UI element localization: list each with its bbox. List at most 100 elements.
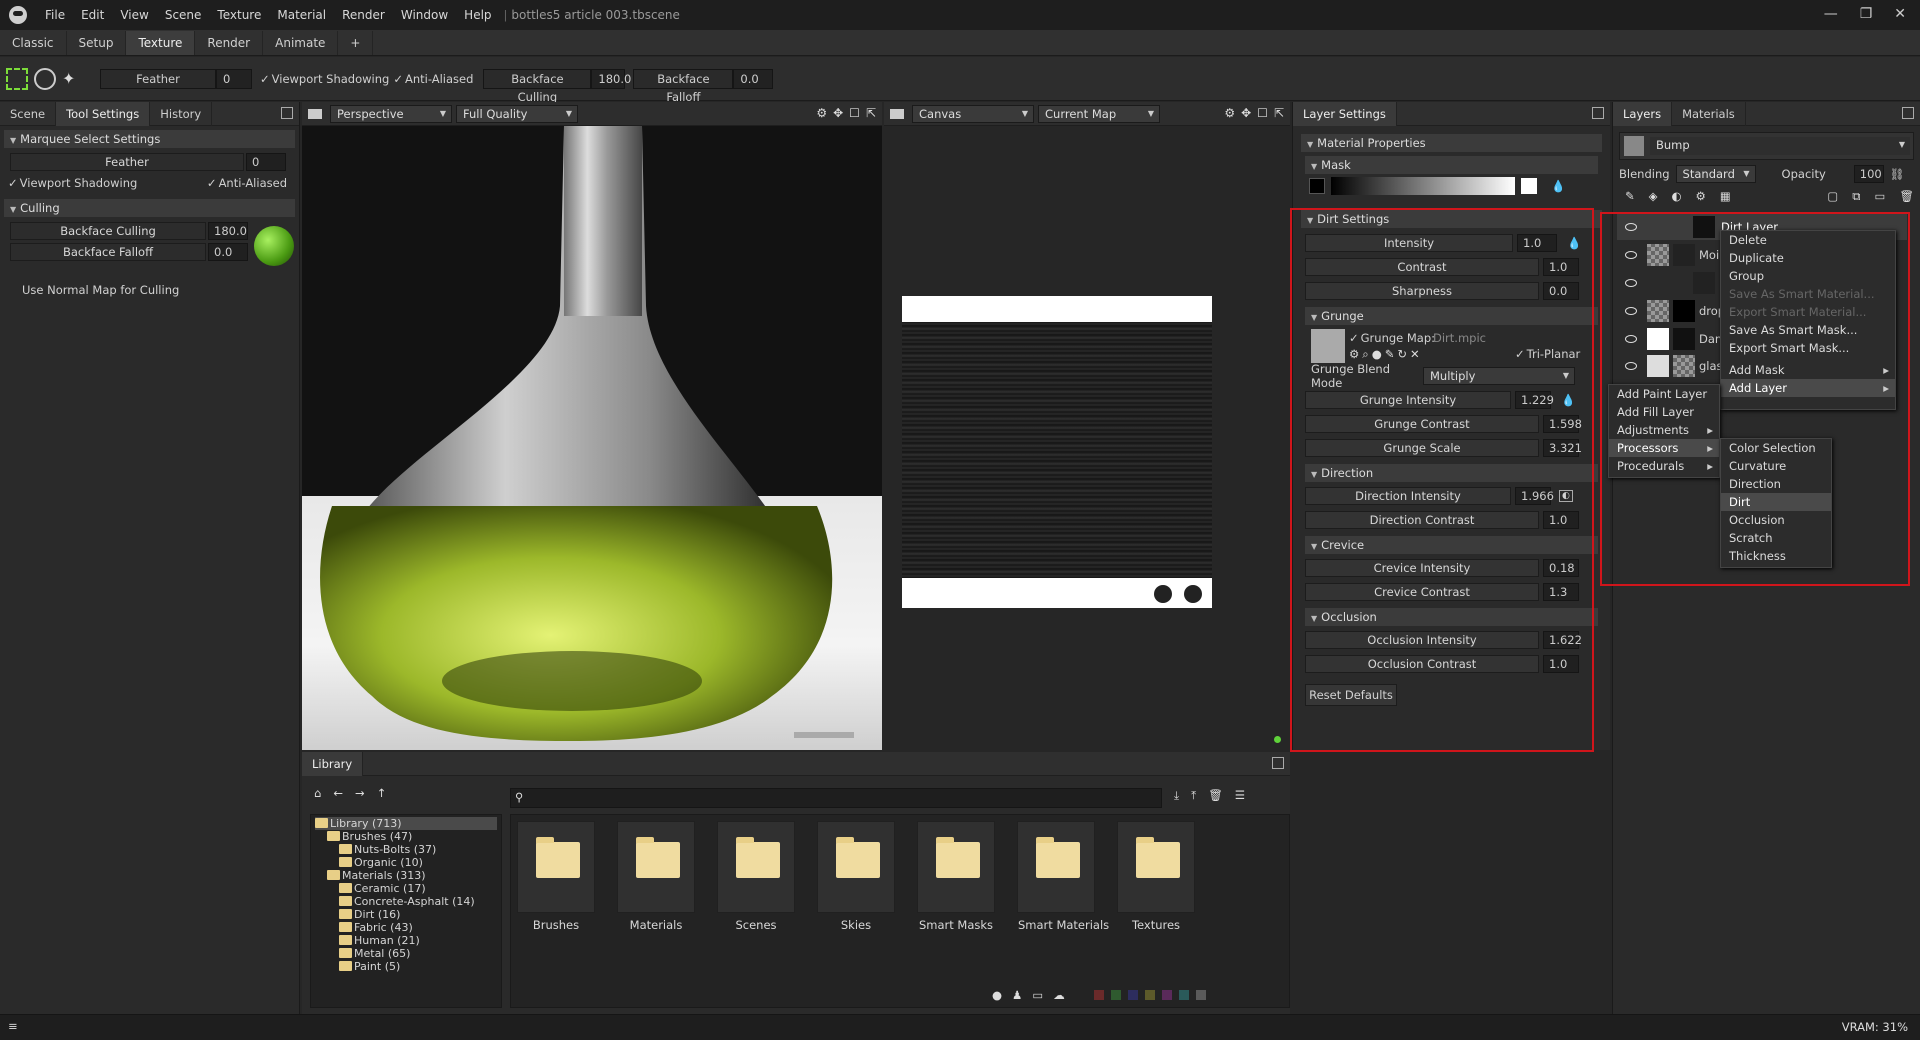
grunge-intensity-value[interactable]: 1.229 [1515,390,1554,409]
procedural-icon[interactable]: ▦ [1720,189,1731,203]
grunge-blend-dropdown[interactable]: Multiply [1423,366,1575,385]
culling-header[interactable]: Culling [4,199,295,217]
menu-texture[interactable]: Texture [209,8,269,22]
menu-help[interactable]: Help [456,8,499,22]
tab-layer-settings[interactable]: Layer Settings [1293,101,1397,126]
monitor-filter-icon[interactable]: ▭ [1032,988,1043,1002]
contrast-value[interactable]: 1.0 [1543,257,1579,276]
direction-intensity-value[interactable]: 1.966 [1515,486,1554,505]
menu-add-fill-layer[interactable]: Add Fill Layer [1609,403,1719,421]
menu-group[interactable]: Group [1721,267,1895,285]
folder-brushes[interactable]: Brushes [517,821,595,932]
export-icon[interactable]: ⤒ [1191,788,1196,803]
tree-item[interactable]: Paint (5) [315,960,497,973]
menu-export-smart-material[interactable]: Export Smart Material... [1721,303,1895,321]
color-filter-swatch[interactable] [1127,990,1138,1000]
minimize-icon[interactable]: — [1824,6,1838,22]
menu-direction[interactable]: Direction [1721,475,1831,493]
marquee-select-icon[interactable] [6,67,28,90]
camera-icon[interactable] [308,108,322,119]
use-normal-map-option[interactable]: Use Normal Map for Culling [4,280,295,300]
tri-planar-check[interactable]: Tri-Planar [1515,347,1581,361]
link-icon[interactable]: ⛓ [1890,167,1905,181]
tab-scene[interactable]: Scene [0,101,57,126]
crevice-contrast-slider[interactable]: Crevice Contrast [1305,582,1539,601]
crevice-intensity-value[interactable]: 0.18 [1543,558,1579,577]
menu-delete[interactable]: Delete [1721,231,1895,249]
tab-tool-settings[interactable]: Tool Settings [56,101,151,126]
menu-processors[interactable]: Processors [1609,439,1719,457]
grunge-map-thumbnail[interactable] [1311,329,1345,363]
contrast-slider[interactable]: Contrast [1305,257,1539,276]
grunge-map-value[interactable]: Dirt.mpic [1433,331,1486,345]
crevice-contrast-value[interactable]: 1.3 [1543,582,1579,601]
crevice-header[interactable]: Crevice [1305,536,1598,554]
tab-animate[interactable]: Animate [263,31,339,55]
folder-icon[interactable]: ▭ [1875,189,1886,203]
menu-add-paint-layer[interactable]: Add Paint Layer [1609,385,1719,403]
menu-scratch[interactable]: Scratch [1721,529,1831,547]
camera-dropdown[interactable]: Perspective [330,104,452,123]
sharpness-value[interactable]: 0.0 [1543,281,1579,300]
folder-materials[interactable]: Materials [617,821,695,932]
view-mode-icon[interactable]: ☰ [1235,788,1245,803]
menu-procedurals[interactable]: Procedurals [1609,457,1719,475]
menu-edit[interactable]: Edit [73,8,112,22]
menu-dirt[interactable]: Dirt [1721,493,1831,511]
color-filter-swatch[interactable] [1144,990,1155,1000]
direction-header[interactable]: Direction [1305,464,1598,482]
mask-white-swatch[interactable] [1521,178,1537,194]
grunge-contrast-slider[interactable]: Grunge Contrast [1305,414,1539,433]
folder-skies[interactable]: Skies [817,821,895,932]
drop-icon[interactable]: 💧 [1567,236,1581,250]
drop-icon[interactable]: 💧 [1561,393,1575,407]
grunge-contrast-value[interactable]: 1.598 [1543,414,1582,433]
tab-texture[interactable]: Texture [126,31,196,55]
tree-item[interactable]: Ceramic (17) [315,882,497,895]
occlusion-intensity-slider[interactable]: Occlusion Intensity [1305,630,1539,649]
move-icon[interactable]: ✥ [833,106,843,120]
popout-icon[interactable]: ⇱ [1274,106,1284,120]
tree-item[interactable]: Materials (313) [315,869,497,882]
opacity-value[interactable]: 100 [1853,165,1884,183]
frame-icon[interactable]: ☐ [1257,106,1268,120]
folder-scenes[interactable]: Scenes [717,821,795,932]
tree-item[interactable]: Fabric (43) [315,921,497,934]
visibility-icon[interactable] [1625,251,1637,259]
visibility-icon[interactable] [1625,362,1637,370]
color-filter-swatch[interactable] [1178,990,1189,1000]
anti-aliased-check[interactable]: Anti-Aliased [393,72,473,86]
figure-filter-icon[interactable]: ♟ [1012,988,1022,1002]
up-icon[interactable]: ↑ [377,786,387,800]
tree-item[interactable]: Metal (65) [315,947,497,960]
maximize-icon[interactable]: ❐ [1860,6,1873,22]
tab-render[interactable]: Render [195,31,264,55]
popout-icon[interactable] [1592,107,1604,119]
grunge-header[interactable]: Grunge [1305,307,1598,325]
menu-add-mask[interactable]: Add Mask [1721,361,1895,379]
occlusion-intensity-value[interactable]: 1.622 [1543,630,1582,649]
color-filter-swatch[interactable] [1161,990,1172,1000]
visibility-icon[interactable] [1625,307,1637,315]
tree-item[interactable]: Dirt (16) [315,908,497,921]
tree-item[interactable]: Concrete-Asphalt (14) [315,895,497,908]
tab-library[interactable]: Library [302,751,364,776]
render-view[interactable] [302,126,882,750]
channel-dropdown[interactable]: Bump [1650,137,1910,155]
grunge-intensity-slider[interactable]: Grunge Intensity [1305,390,1511,409]
viewport-shadowing-check[interactable]: Viewport Shadowing [8,176,138,190]
menu-add-layer[interactable]: Add Layer [1721,379,1895,397]
tab-setup[interactable]: Setup [67,31,127,55]
menu-export-smart-mask[interactable]: Export Smart Mask... [1721,339,1895,357]
tree-item[interactable]: Organic (10) [315,856,497,869]
settings-icon[interactable]: ⚙ [1224,106,1235,120]
folder-smart-materials[interactable]: Smart Materials [1017,821,1109,932]
menu-color-selection[interactable]: Color Selection [1721,439,1831,457]
backface-falloff-value[interactable]: 0.0 [733,68,774,89]
menu-duplicate[interactable]: Duplicate [1721,249,1895,267]
grunge-tools-icons[interactable]: ⚙⌕●✎↻✕ [1349,347,1423,362]
direction-contrast-value[interactable]: 1.0 [1543,510,1579,529]
quality-dropdown[interactable]: Full Quality [456,104,578,123]
delete-icon[interactable]: 🗑 [1899,189,1914,203]
marquee-select-settings-header[interactable]: Marquee Select Settings [4,130,295,148]
